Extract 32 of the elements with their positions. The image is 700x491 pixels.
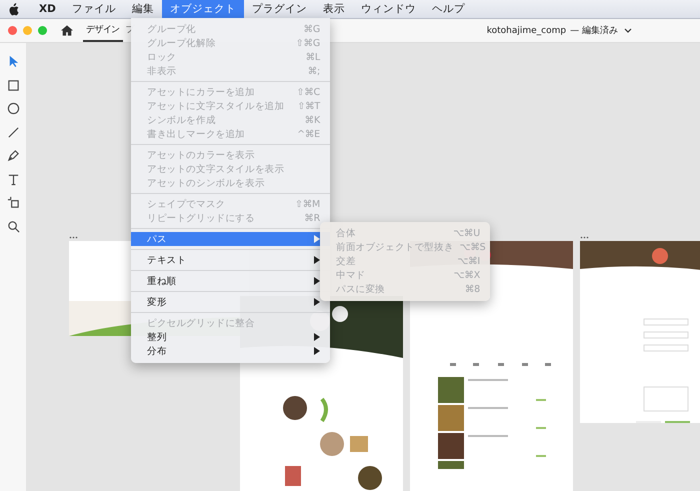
menu-bar-item[interactable]: 編集 [124, 0, 162, 18]
menu-bar-item[interactable]: XD [31, 0, 64, 18]
menu-item[interactable]: 整列 [131, 330, 330, 344]
close-button[interactable] [8, 26, 17, 35]
submenu-arrow-icon [314, 256, 320, 264]
menu-bar-item[interactable]: ファイル [64, 0, 124, 18]
menu-bar-item[interactable]: ヘルプ [424, 0, 473, 18]
document-title: kotohajime_comp [486, 26, 566, 36]
artboard-preview[interactable] [580, 241, 700, 423]
rectangle-icon[interactable] [6, 78, 20, 92]
submenu-arrow-icon [314, 277, 320, 285]
artboard-icon[interactable] [6, 196, 20, 209]
submenu-arrow-icon [314, 235, 320, 243]
menu-item[interactable]: 分布 [131, 344, 330, 358]
text-tool-icon[interactable] [6, 172, 20, 186]
document-status: — 編集済み [570, 24, 618, 37]
menu-bar-item[interactable]: 表示 [314, 0, 353, 18]
chevron-down-icon[interactable] [624, 28, 632, 33]
submenu-arrow-icon [314, 298, 320, 306]
apple-logo-icon[interactable] [8, 2, 19, 16]
home-icon[interactable] [61, 25, 73, 36]
mode-tab[interactable]: デザイン [83, 19, 123, 42]
search-icon[interactable] [6, 220, 20, 232]
menu-bar-item[interactable]: ウィンドウ [352, 0, 424, 18]
line-icon[interactable] [6, 126, 20, 138]
menu-bar-item[interactable]: プラグイン [244, 0, 315, 18]
pen-icon[interactable] [6, 149, 20, 162]
menu-item[interactable]: 変形 [131, 295, 330, 309]
more-icon[interactable] [580, 236, 589, 239]
circle-icon[interactable] [6, 102, 20, 115]
menu-bar-item[interactable]: オブジェクト [162, 0, 244, 18]
more-icon[interactable] [69, 236, 78, 239]
